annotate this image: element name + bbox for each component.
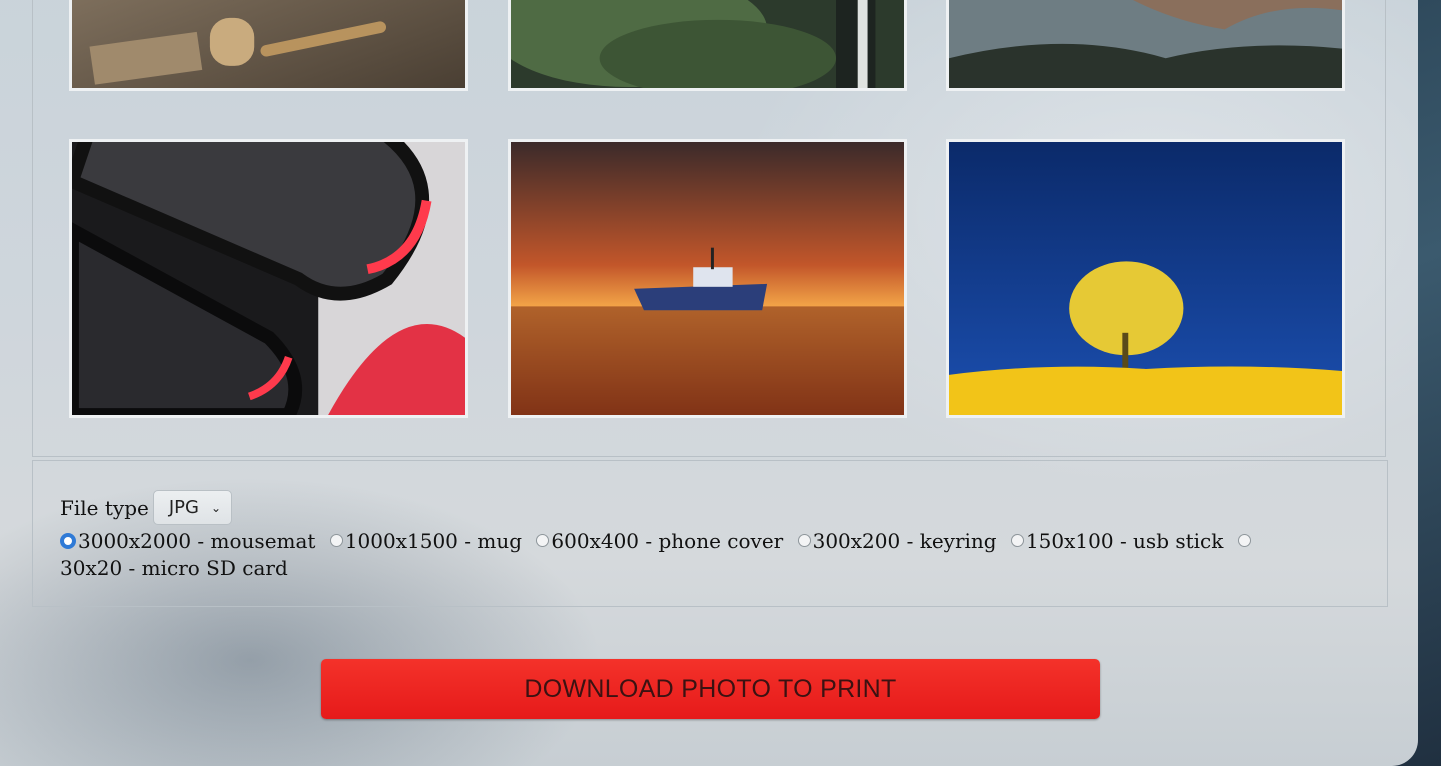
photo-thumbnail-yellow-tree-blue-sky[interactable] [946,139,1345,418]
radio-button[interactable] [797,534,811,547]
file-type-value: JPG [168,497,199,518]
radio-button[interactable] [1010,534,1024,547]
photo-gallery [32,0,1386,457]
radio-button-selected[interactable] [60,532,76,549]
photo-thumbnail-coastal-cliffs[interactable] [946,0,1345,91]
size-option-usb-stick[interactable]: 150x100 - usb stick [1010,529,1224,553]
file-type-label: File type [60,495,149,520]
size-option-keyring[interactable]: 300x200 - keyring [797,529,997,553]
size-option-label: 1000x1500 - mug [344,529,523,553]
download-photo-button[interactable]: DOWNLOAD PHOTO TO PRINT [321,659,1100,719]
print-size-options: 3000x2000 - mousemat 1000x1500 - mug 600… [60,528,1340,582]
size-option-label: 30x20 - micro SD card [60,556,288,580]
file-type-row: File type JPG ⌄ [60,490,233,525]
radio-button[interactable] [1237,534,1251,547]
size-option-label: 600x400 - phone cover [551,529,784,553]
size-option-phone-cover[interactable]: 600x400 - phone cover [536,529,783,553]
size-option-label: 3000x2000 - mousemat [78,529,316,553]
print-options-panel: File type JPG ⌄ 3000x2000 - mousemat 100… [32,460,1388,607]
size-option-label: 150x100 - usb stick [1025,529,1224,553]
size-option-mug[interactable]: 1000x1500 - mug [329,529,523,553]
file-type-select[interactable]: JPG ⌄ [152,490,233,525]
photo-thumbnail-woodwork-tools[interactable] [69,0,468,91]
size-option-mousemat[interactable]: 3000x2000 - mousemat [60,529,315,553]
size-option-label: 300x200 - keyring [812,529,997,553]
radio-button[interactable] [329,534,343,547]
radio-button[interactable] [536,534,550,547]
photo-thumbnail-boat-sunset[interactable] [508,139,907,418]
chevron-down-icon: ⌄ [210,500,222,515]
photo-thumbnail-abstract-red-curves[interactable] [69,139,468,418]
photo-thumbnail-fern-forest[interactable] [508,0,907,91]
